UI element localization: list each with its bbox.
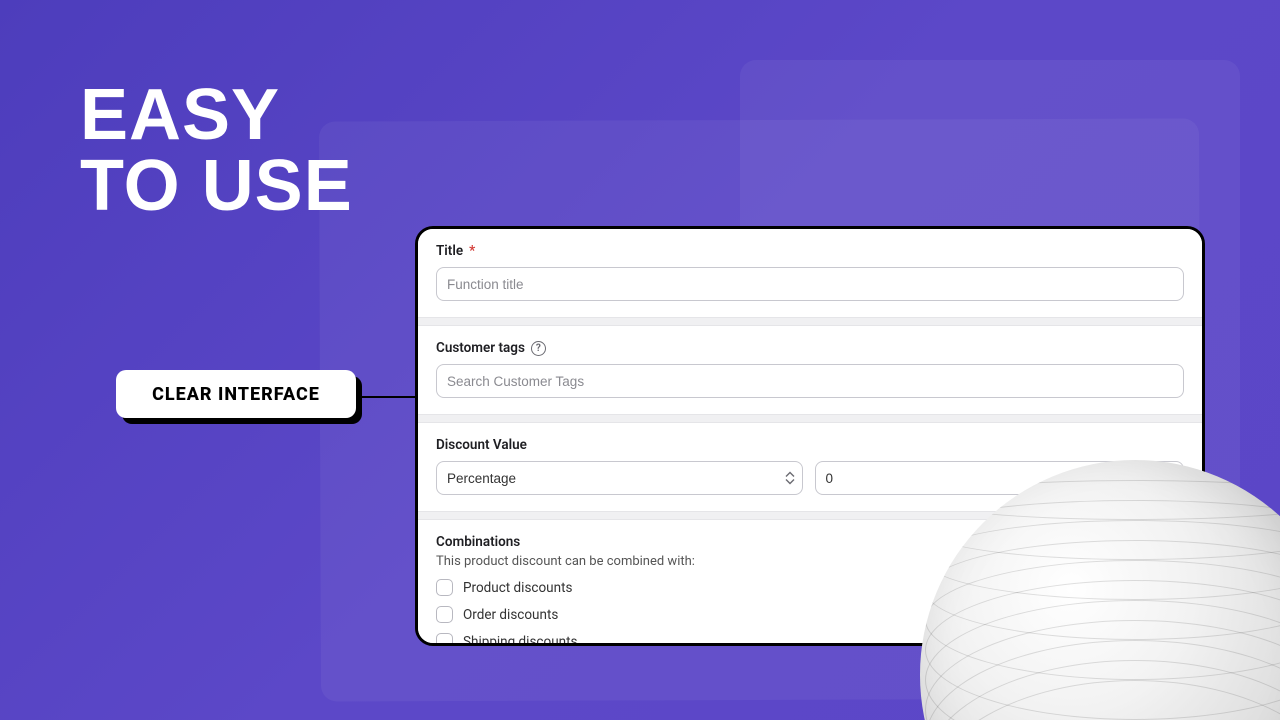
hero-line-2: TO USE — [80, 151, 353, 222]
hero-headline: EASY TO USE — [80, 80, 353, 221]
title-input[interactable] — [436, 267, 1184, 301]
callout-badge-label: CLEAR INTERFACE — [116, 370, 356, 418]
required-mark: * — [469, 243, 475, 259]
section-title: Title * — [418, 229, 1202, 318]
combination-option-label: Order discounts — [463, 607, 558, 623]
customer-tags-label: Customer tags ? — [436, 340, 1184, 356]
section-divider — [418, 415, 1202, 423]
decorative-sphere — [920, 460, 1280, 720]
customer-tags-search-input[interactable] — [436, 364, 1184, 398]
select-stepper-icon — [785, 472, 795, 485]
customer-tags-label-text: Customer tags — [436, 340, 525, 356]
title-label: Title * — [436, 243, 1184, 259]
promo-stage: EASY TO USE CLEAR INTERFACE Title * Cust… — [0, 0, 1280, 720]
checkbox-icon — [436, 606, 453, 623]
title-label-text: Title — [436, 243, 463, 259]
discount-value-label: Discount Value — [436, 437, 1184, 453]
section-customer-tags: Customer tags ? — [418, 326, 1202, 415]
hero-line-1: EASY — [80, 80, 353, 151]
checkbox-icon — [436, 579, 453, 596]
discount-type-select[interactable] — [436, 461, 803, 495]
discount-type-select-wrap — [436, 461, 803, 495]
combination-option-label: Product discounts — [463, 580, 572, 596]
checkbox-icon — [436, 633, 453, 646]
help-icon[interactable]: ? — [531, 341, 546, 356]
combination-option-label: Shipping discounts — [463, 634, 577, 647]
section-divider — [418, 318, 1202, 326]
callout-badge: CLEAR INTERFACE — [116, 370, 356, 418]
